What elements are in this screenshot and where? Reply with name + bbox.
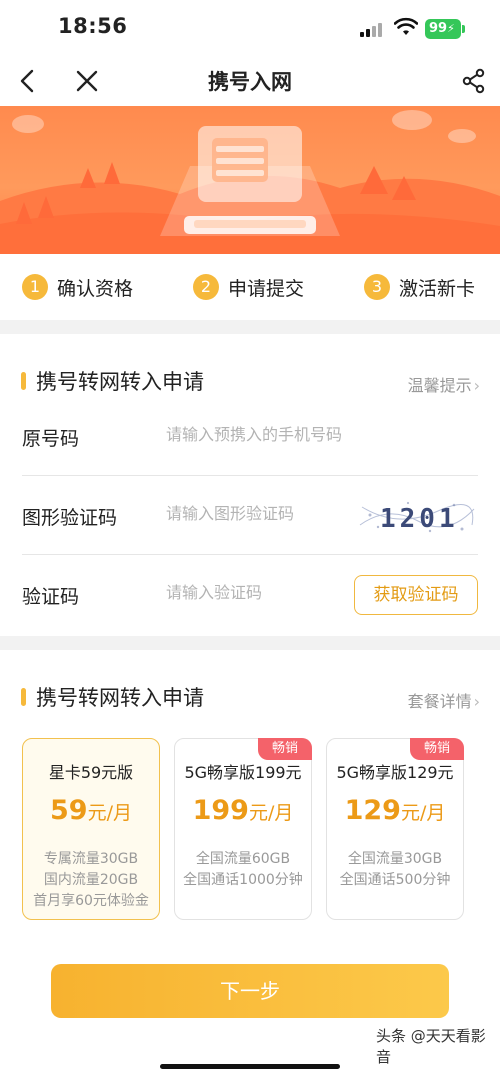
plan-card-selected[interactable]: 星卡59元版 59元/月 专属流量30GB 国内流量20GB 首月享60元体验金 xyxy=(22,738,160,920)
home-indicator[interactable] xyxy=(160,1064,340,1069)
captcha-row: 图形验证码 1201 xyxy=(22,477,478,555)
hot-sale-badge: 畅销 xyxy=(258,738,312,760)
plan-feature: 全国通话1000分钟 xyxy=(183,872,303,888)
step-label: 激活新卡 xyxy=(399,277,476,300)
captcha-image[interactable]: 1201 xyxy=(358,495,476,537)
hot-sale-badge: 畅销 xyxy=(410,738,464,760)
plan-feature: 全国流量30GB xyxy=(347,851,443,867)
chevron-right-icon: › xyxy=(473,376,480,395)
watermark: 头条 @天天看影音 xyxy=(376,1027,486,1066)
battery-level: 99 xyxy=(429,21,448,36)
charging-icon: ⚡ xyxy=(447,22,455,35)
plan-feature: 国内流量20GB xyxy=(43,872,139,888)
verification-code-input[interactable] xyxy=(166,583,346,602)
nav-bar: 携号入网 xyxy=(0,58,500,106)
original-number-label: 原号码 xyxy=(22,428,80,450)
plan-card[interactable]: 畅销 5G畅享版129元 129元/月 全国流量30GB 全国通话500分钟 xyxy=(326,738,464,920)
step-number: 3 xyxy=(364,274,390,300)
share-icon[interactable] xyxy=(462,68,486,94)
chevron-right-icon: › xyxy=(473,692,480,711)
tips-link-label: 温馨提示 xyxy=(407,376,472,395)
step-number: 2 xyxy=(193,274,219,300)
status-bar: 18:56 99⚡ xyxy=(0,0,500,58)
tips-link[interactable]: 温馨提示 › xyxy=(408,372,480,396)
verification-code-row: 验证码 获取验证码 xyxy=(22,556,478,634)
plan-feature: 专属流量30GB xyxy=(43,851,139,867)
plan-price-unit: 元/月 xyxy=(87,802,132,824)
plan-price-unit: 元/月 xyxy=(400,802,446,824)
step-2: 2 申请提交 xyxy=(193,273,304,301)
progress-steps: 1 确认资格 2 申请提交 3 激活新卡 xyxy=(0,254,500,320)
step-label: 确认资格 xyxy=(57,277,134,300)
plan-feature: 全国通话500分钟 xyxy=(339,872,451,888)
captcha-label: 图形验证码 xyxy=(22,507,118,529)
plan-price: 199元/月 xyxy=(175,795,311,826)
plan-details-label: 套餐详情 xyxy=(407,692,472,711)
plan-price: 59元/月 xyxy=(23,795,159,826)
page-title: 携号入网 xyxy=(208,70,292,94)
signal-icon xyxy=(360,21,386,37)
plan-name: 星卡59元版 xyxy=(48,763,134,782)
plan-card[interactable]: 畅销 5G畅享版199元 199元/月 全国流量60GB 全国通话1000分钟 xyxy=(174,738,312,920)
banner-illustration xyxy=(0,106,500,254)
status-time: 18:56 xyxy=(58,14,128,38)
plan-price: 129元/月 xyxy=(327,795,463,826)
plans-card: 携号转网转入申请 套餐详情 › 星卡59元版 59元/月 专属流量30GB 国内流… xyxy=(0,650,500,1081)
get-code-button[interactable]: 获取验证码 xyxy=(354,575,478,615)
captcha-code: 1201 xyxy=(380,504,459,534)
step-label: 申请提交 xyxy=(228,277,305,300)
original-number-input[interactable] xyxy=(166,425,386,444)
section-accent-bar xyxy=(21,372,26,390)
battery-indicator: 99⚡ xyxy=(425,19,465,39)
porting-form-card: 携号转网转入申请 温馨提示› 原号码 图形验证码 xyxy=(0,334,500,636)
plan-name: 5G畅享版199元 xyxy=(184,763,302,782)
plan-price-amount: 129 xyxy=(344,795,401,826)
next-step-button[interactable]: 下一步 xyxy=(51,964,449,1018)
original-number-row: 原号码 xyxy=(22,398,478,476)
step-3: 3 激活新卡 xyxy=(364,273,475,301)
verification-code-label: 验证码 xyxy=(22,586,80,608)
plans-section-header: 携号转网转入申请 套餐详情 › xyxy=(0,678,500,718)
plan-description: 全国流量60GB 全国通话1000分钟 xyxy=(175,849,311,891)
form-section-header: 携号转网转入申请 温馨提示 › xyxy=(0,362,500,402)
section-title: 携号转网转入申请 xyxy=(36,686,204,710)
page: 18:56 99⚡ 携号入网 1 确认资格 2 申请提交 3 激活新卡 携号转网… xyxy=(0,0,500,1081)
step-1: 1 确认资格 xyxy=(22,273,133,301)
plan-details-link[interactable]: 套餐详情 › xyxy=(408,688,480,712)
plan-price-unit: 元/月 xyxy=(248,802,294,824)
wifi-icon xyxy=(394,17,418,35)
plan-price-amount: 199 xyxy=(192,795,249,826)
plan-price-amount: 59 xyxy=(50,795,88,826)
plan-description: 全国流量30GB 全国通话500分钟 xyxy=(327,849,463,891)
step-number: 1 xyxy=(22,274,48,300)
plan-description: 专属流量30GB 国内流量20GB 首月享60元体验金 xyxy=(23,849,159,912)
captcha-input[interactable] xyxy=(166,504,346,523)
section-accent-bar xyxy=(21,688,26,706)
plan-feature: 全国流量60GB xyxy=(195,851,291,867)
plan-name: 5G畅享版129元 xyxy=(336,763,454,782)
section-title: 携号转网转入申请 xyxy=(36,370,204,394)
plan-feature: 首月享60元体验金 xyxy=(33,893,149,909)
